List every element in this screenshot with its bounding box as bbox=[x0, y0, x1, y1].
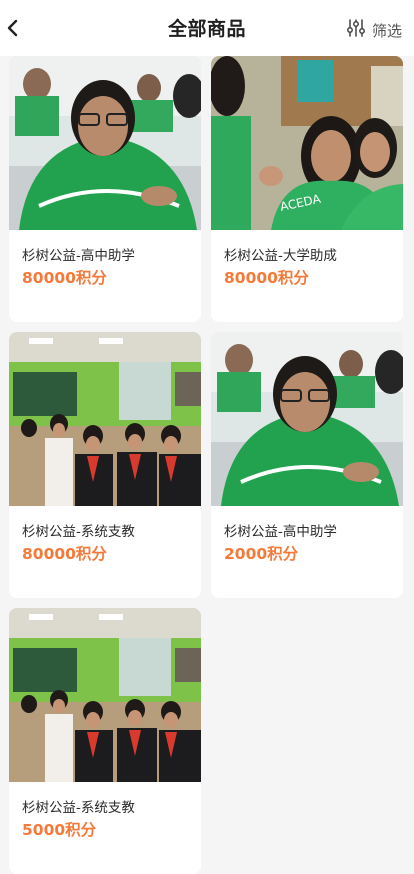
filter-button[interactable]: 筛选 bbox=[346, 18, 402, 42]
product-name: 杉树公益-高中助学 bbox=[224, 524, 337, 540]
product-name: 杉树公益-大学助成 bbox=[224, 248, 337, 264]
product-name: 杉树公益-高中助学 bbox=[22, 248, 135, 264]
product-image bbox=[9, 332, 201, 506]
filter-label: 筛选 bbox=[371, 21, 402, 40]
product-image bbox=[9, 56, 201, 230]
product-price: 80000积分 bbox=[22, 269, 107, 287]
product-card[interactable]: 杉树公益-系统支教 80000积分 bbox=[9, 332, 201, 598]
top-bar: 全部商品 筛选 bbox=[0, 0, 414, 56]
product-card[interactable]: ACEDA 杉树公益-大学助成 80000积分 bbox=[211, 56, 403, 322]
product-name: 杉树公益-系统支教 bbox=[22, 524, 135, 540]
product-card[interactable]: 杉树公益-高中助学 2000积分 bbox=[211, 332, 403, 598]
product-image bbox=[9, 608, 201, 782]
product-price: 2000积分 bbox=[224, 545, 299, 563]
product-image: ACEDA bbox=[211, 56, 403, 230]
product-price: 80000积分 bbox=[224, 269, 309, 287]
product-image bbox=[211, 332, 403, 506]
product-name: 杉树公益-系统支教 bbox=[22, 800, 135, 816]
filter-icon bbox=[346, 18, 366, 42]
product-price: 80000积分 bbox=[22, 545, 107, 563]
product-price: 5000积分 bbox=[22, 821, 97, 839]
product-card[interactable]: 杉树公益-高中助学 80000积分 bbox=[9, 56, 201, 322]
product-card[interactable]: 杉树公益-系统支教 5000积分 bbox=[9, 608, 201, 874]
